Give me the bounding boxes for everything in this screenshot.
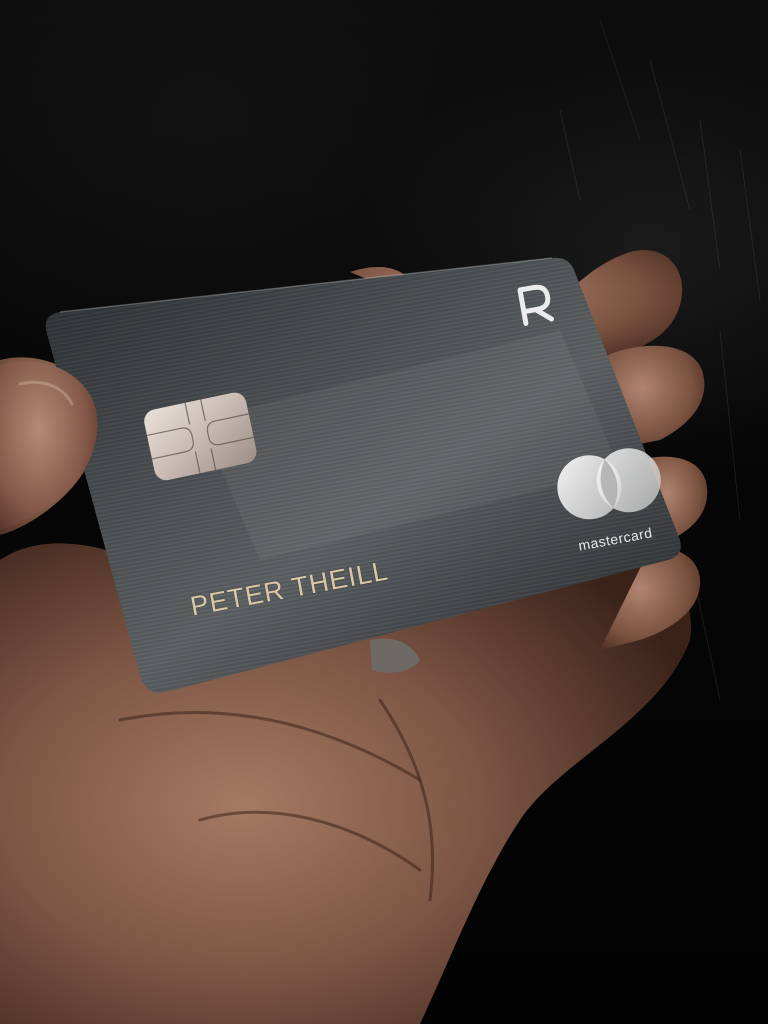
thumb-front [0,361,98,530]
photo-scene: PETER THEILL mastercard [0,0,768,1024]
